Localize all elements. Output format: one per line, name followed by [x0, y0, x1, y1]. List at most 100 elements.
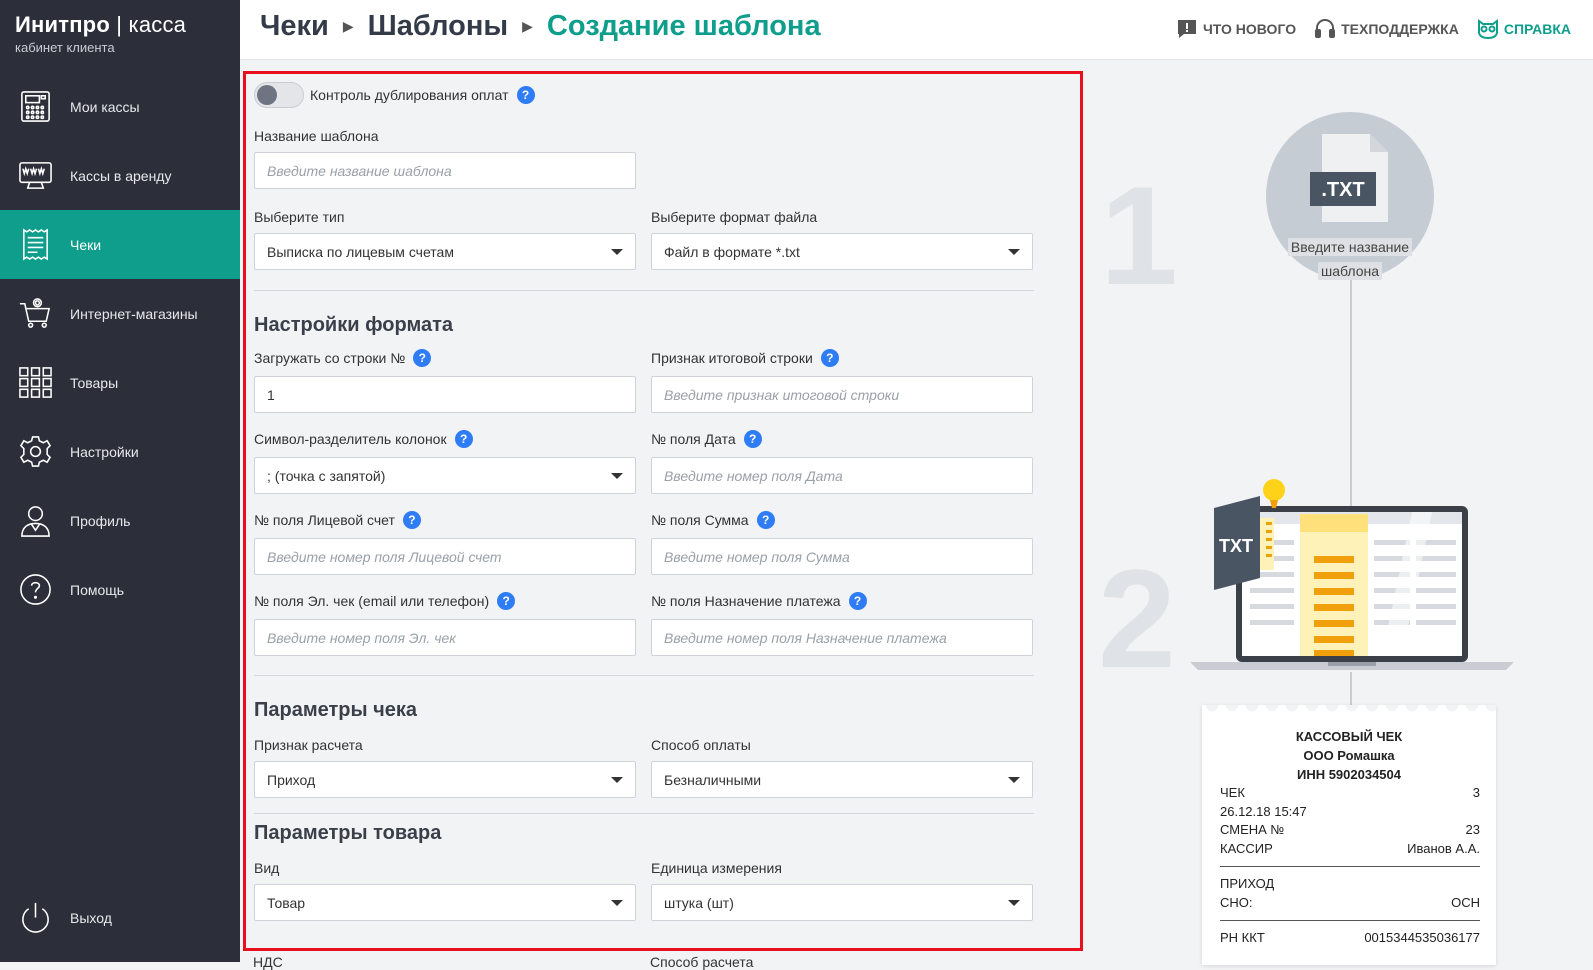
www-terminal-icon [19, 162, 52, 189]
question-icon[interactable]: ? [820, 349, 839, 367]
question-icon[interactable]: ? [497, 592, 516, 610]
email-field-input[interactable]: Введите номер поля Эл. чек [254, 619, 636, 656]
news-icon [1177, 20, 1196, 38]
date-field-label: № поля Дата? [651, 430, 762, 448]
question-icon[interactable]: ? [848, 592, 867, 610]
goods-params-title: Параметры товара [254, 822, 442, 844]
logout-button[interactable]: Выход [0, 883, 240, 952]
owl-icon [1477, 19, 1498, 40]
sidebar-item-profile[interactable]: Профиль [0, 486, 240, 555]
question-icon[interactable]: ? [516, 86, 535, 104]
question-icon[interactable]: ? [413, 349, 432, 367]
sidebar-item-label: Товары [70, 374, 119, 391]
whats-new-label: ЧТО НОВОГО [1202, 21, 1297, 37]
receipt-title: КАССОВЫЙ ЧЕК [1295, 729, 1403, 744]
template-form: Контроль дублирования оплат? Название ша… [243, 71, 1083, 951]
calc-sign-value: Приход [267, 771, 316, 788]
unit-select[interactable]: штука (шт) [651, 884, 1033, 921]
receipt-row: ЧЕК 3 [1220, 785, 1480, 800]
format-settings-title: Настройки формата [254, 314, 454, 336]
support-label: ТЕХПОДДЕРЖКА [1341, 21, 1459, 37]
sidebar-item-rent-registers[interactable]: Кассы в аренду [0, 141, 240, 210]
pay-method-label: Способ оплаты [651, 737, 751, 753]
sidebar-item-help[interactable]: Помощь [0, 555, 240, 624]
email-field-label: № поля Эл. чек (email или телефон)? [254, 592, 516, 610]
receipt-icon [23, 228, 48, 261]
receipt-row: РН ККТ 0015344535036177 [1220, 930, 1480, 945]
sidebar-item-my-registers[interactable]: Мои кассы [0, 72, 240, 141]
circle-caption-line2: шаблона [1317, 262, 1383, 280]
sum-field-label: № поля Сумма? [651, 511, 775, 529]
date-field-input[interactable]: Введите номер поля Дата [651, 457, 1033, 494]
account-field-input[interactable]: Введите номер поля Лицевой счет [254, 538, 636, 575]
grid-icon [19, 367, 52, 398]
step-number-1: 1 [1100, 157, 1178, 314]
sidebar: Инитпро | касса кабинет клиента Мои касс… [0, 0, 240, 962]
sidebar-item-receipts[interactable]: Чеки [0, 210, 240, 279]
help-reference-link[interactable]: СПРАВКА [1477, 18, 1571, 40]
sidebar-item-label: Настройки [70, 443, 139, 460]
sidebar-item-label: Интернет-магазины [70, 305, 198, 322]
shopping-cart-icon [19, 298, 51, 328]
laptop-badge-text: TXT [1219, 536, 1253, 556]
calc-sign-select[interactable]: Приход [254, 761, 636, 798]
total-row-input[interactable]: Введите признак итоговой строки [651, 376, 1033, 413]
circle-caption-line1: Введите название [1287, 238, 1413, 256]
template-name-label: Название шаблона [254, 128, 379, 144]
receipt-row: СМЕНА № 23 [1220, 822, 1480, 837]
sidebar-item-shops[interactable]: Интернет-магазины [0, 279, 240, 348]
duplicate-control-toggle[interactable] [254, 82, 304, 108]
account-field-label: № поля Лицевой счет? [254, 511, 421, 529]
receipt-edge [1202, 705, 1496, 713]
type-select[interactable]: Выписка по лицевым счетам [254, 233, 636, 270]
instruction-illustration: 1 2 .TXT Введите название шаблона TXT КА… [1090, 60, 1593, 965]
sidebar-item-settings[interactable]: Настройки [0, 417, 240, 486]
question-icon[interactable]: ? [743, 430, 762, 448]
power-icon [22, 902, 49, 933]
check-params-title: Параметры чека [254, 699, 418, 721]
sidebar-item-goods[interactable]: Товары [0, 348, 240, 417]
support-link[interactable]: ТЕХПОДДЕРЖКА [1314, 18, 1459, 40]
sum-field-input[interactable]: Введите номер поля Сумма [651, 538, 1033, 575]
question-icon[interactable]: ? [402, 511, 421, 529]
help-icon [20, 574, 51, 605]
chevron-down-icon [1008, 900, 1020, 906]
unit-label: Единица измерения [651, 860, 782, 876]
cash-register-icon [21, 91, 50, 122]
breadcrumb-separator-icon: ▶ [342, 18, 354, 34]
purpose-field-input[interactable]: Введите номер поля Назначение платежа [651, 619, 1033, 656]
file-format-select[interactable]: Файл в формате *.txt [651, 233, 1033, 270]
headset-icon [1315, 19, 1336, 38]
separator-value: ; (точка с запятой) [267, 467, 386, 484]
whats-new-link[interactable]: ЧТО НОВОГО [1176, 18, 1296, 40]
receipt-org: ООО Ромашка [1303, 748, 1395, 763]
receipt-row: 26.12.18 15:47 [1220, 803, 1307, 819]
breadcrumb-receipts[interactable]: Чеки [260, 10, 329, 43]
template-name-input[interactable]: Введите название шаблона [254, 152, 636, 189]
receipt-preview: КАССОВЫЙ ЧЕК ООО Ромашка ИНН 5902034504 … [1202, 705, 1496, 965]
receipt-divider [1220, 866, 1480, 867]
separator-select[interactable]: ; (точка с запятой) [254, 457, 636, 494]
header-links: ЧТО НОВОГО ТЕХПОДДЕРЖКА СПРАВКА [1158, 18, 1571, 40]
start-row-input[interactable]: 1 [254, 376, 636, 413]
separator-label: Символ-разделитель колонок? [254, 430, 473, 448]
pay-method-select[interactable]: Безналичными [651, 761, 1033, 798]
divider [254, 675, 1034, 676]
breadcrumb-separator-icon: ▶ [522, 18, 533, 34]
chevron-down-icon [611, 777, 623, 783]
divider [254, 813, 1034, 814]
question-icon[interactable]: ? [756, 511, 775, 529]
step-number-2: 2 [1098, 540, 1176, 697]
receipt-row: КАССИР Иванов А.А. [1220, 840, 1480, 856]
brand-logo[interactable]: Инитпро | касса кабинет клиента [15, 12, 186, 55]
goods-kind-select[interactable]: Товар [254, 884, 636, 921]
question-icon[interactable]: ? [454, 430, 473, 448]
file-format-value: Файл в формате *.txt [664, 243, 800, 260]
file-badge-text: .TXT [1321, 179, 1364, 201]
divider [254, 290, 1034, 291]
breadcrumb-templates[interactable]: Шаблоны [368, 10, 509, 43]
receipt-inn: ИНН 5902034504 [1296, 767, 1402, 782]
calc-method-label: Способ расчета [650, 954, 754, 970]
type-value: Выписка по лицевым счетам [267, 243, 454, 260]
start-row-label: Загружать со строки №? [254, 349, 432, 367]
